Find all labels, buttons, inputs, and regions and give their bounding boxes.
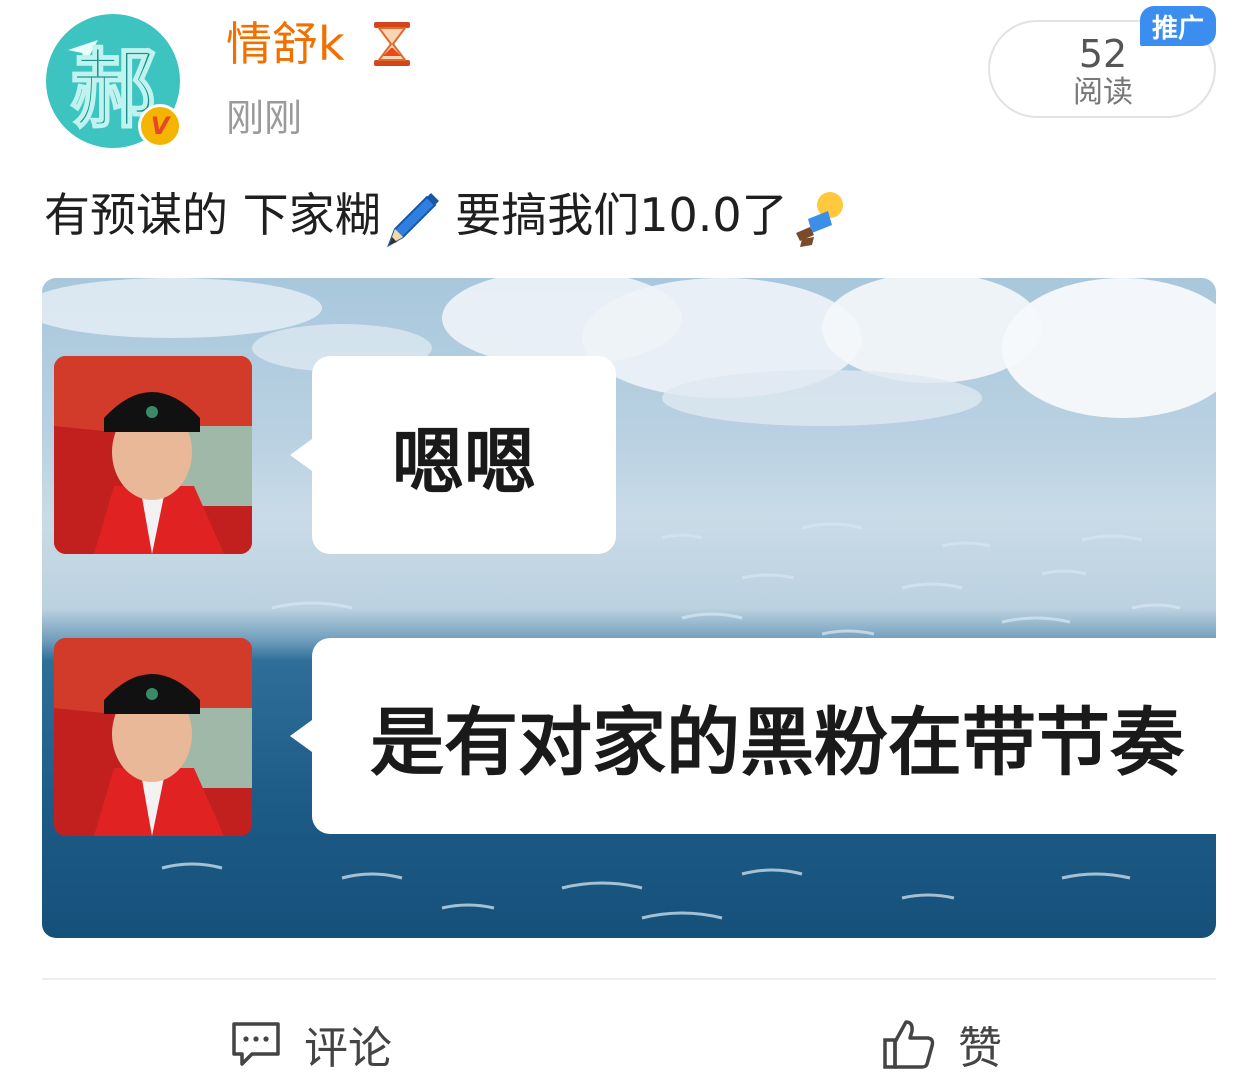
post-text: 有预谋的 下家糊 要搞我们10.0了: [44, 184, 848, 249]
comment-button[interactable]: 评论: [230, 1012, 392, 1076]
character-portrait-1: [54, 356, 252, 554]
falling-man-emoji-icon: [795, 191, 843, 247]
bubble-tail-1: [290, 439, 312, 471]
username[interactable]: 情舒k: [226, 14, 345, 74]
read-label: 阅读: [1073, 75, 1133, 110]
chat-bubble-2: 是有对家的黑粉在带节奏: [312, 638, 1216, 834]
like-button[interactable]: 赞: [882, 1012, 1002, 1076]
comment-icon: [232, 1022, 280, 1066]
character-avatar-1: [54, 356, 252, 554]
comment-label: 评论: [304, 1023, 392, 1074]
pen-emoji-icon: [386, 192, 439, 247]
character-avatar-2: [54, 638, 252, 836]
bubble-tail-2: [290, 720, 312, 752]
promo-tag: 推广: [1140, 6, 1216, 46]
post-text-part2: 要搞我们10.0了: [440, 188, 788, 242]
post-text-part1: 有预谋的 下家糊: [44, 188, 381, 242]
verified-badge-icon: V: [138, 104, 182, 148]
hourglass-icon: [374, 22, 410, 66]
post-image[interactable]: 嗯嗯 是有对家的黑粉在带节奏: [42, 278, 1216, 938]
like-label: 赞: [958, 1023, 1002, 1074]
character-portrait-2: [54, 638, 252, 836]
post-time: 刚刚: [226, 96, 303, 140]
divider: [42, 978, 1216, 980]
chat-bubble-1: 嗯嗯: [312, 356, 616, 554]
thumbs-up-icon: [883, 1020, 935, 1069]
